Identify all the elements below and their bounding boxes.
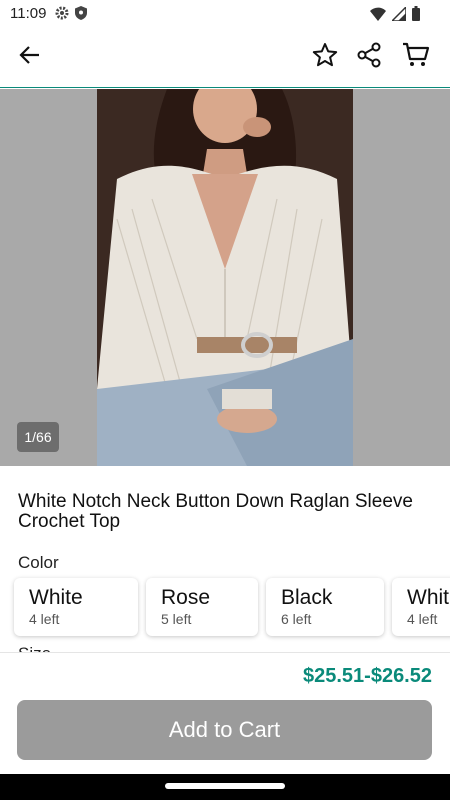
status-bar: 11:09 — [0, 0, 450, 28]
color-option-stock: 5 left — [161, 611, 192, 627]
arrow-left-icon — [19, 44, 41, 71]
color-options: White 4 left Rose 5 left Black 6 left Wh… — [14, 578, 450, 636]
product-image-gallery[interactable]: 1/66 — [0, 89, 450, 466]
shield-icon — [75, 6, 87, 25]
back-button[interactable] — [10, 37, 50, 77]
color-option-stock: 6 left — [281, 611, 312, 627]
color-option-name: Rose — [161, 586, 211, 609]
color-option-stock: 4 left — [407, 611, 438, 627]
status-icons-left — [55, 6, 87, 25]
star-outline-icon — [312, 42, 338, 73]
wifi-icon — [370, 7, 386, 26]
battery-icon — [412, 6, 420, 26]
color-option-rose[interactable]: Rose 5 left — [146, 578, 258, 636]
color-option-name: Black — [281, 586, 333, 609]
cell-signal-icon — [390, 4, 407, 26]
price-range: $25.51-$26.52 — [302, 665, 432, 687]
app-bar — [0, 28, 450, 88]
favorite-button[interactable] — [305, 37, 345, 77]
color-option-white[interactable]: White 4 left — [14, 578, 138, 636]
color-option-white-2[interactable]: Whit 4 left — [392, 578, 450, 636]
product-title: White Notch Neck Button Down Raglan Slee… — [18, 491, 413, 532]
status-icons-right — [370, 4, 420, 26]
cart-icon — [402, 42, 430, 73]
system-nav-bar — [0, 774, 450, 800]
status-time: 11:09 — [10, 5, 47, 22]
color-option-stock: 4 left — [29, 611, 60, 627]
image-counter: 1/66 — [17, 422, 59, 452]
product-photo[interactable] — [97, 89, 353, 466]
purchase-panel: $25.51-$26.52 Add to Cart — [0, 652, 450, 774]
color-option-name: Whit — [407, 586, 449, 609]
share-button[interactable] — [349, 37, 389, 77]
size-label: Size — [18, 644, 51, 652]
settings-gear-icon — [55, 6, 69, 25]
add-to-cart-button[interactable]: Add to Cart — [17, 700, 432, 760]
home-gesture-handle[interactable] — [165, 783, 285, 789]
share-icon — [356, 42, 382, 73]
product-details-sheet: White Notch Neck Button Down Raglan Slee… — [0, 466, 450, 652]
color-label: Color — [18, 553, 59, 572]
color-option-name: White — [29, 586, 83, 609]
cart-button[interactable] — [396, 37, 436, 77]
color-option-black[interactable]: Black 6 left — [266, 578, 384, 636]
